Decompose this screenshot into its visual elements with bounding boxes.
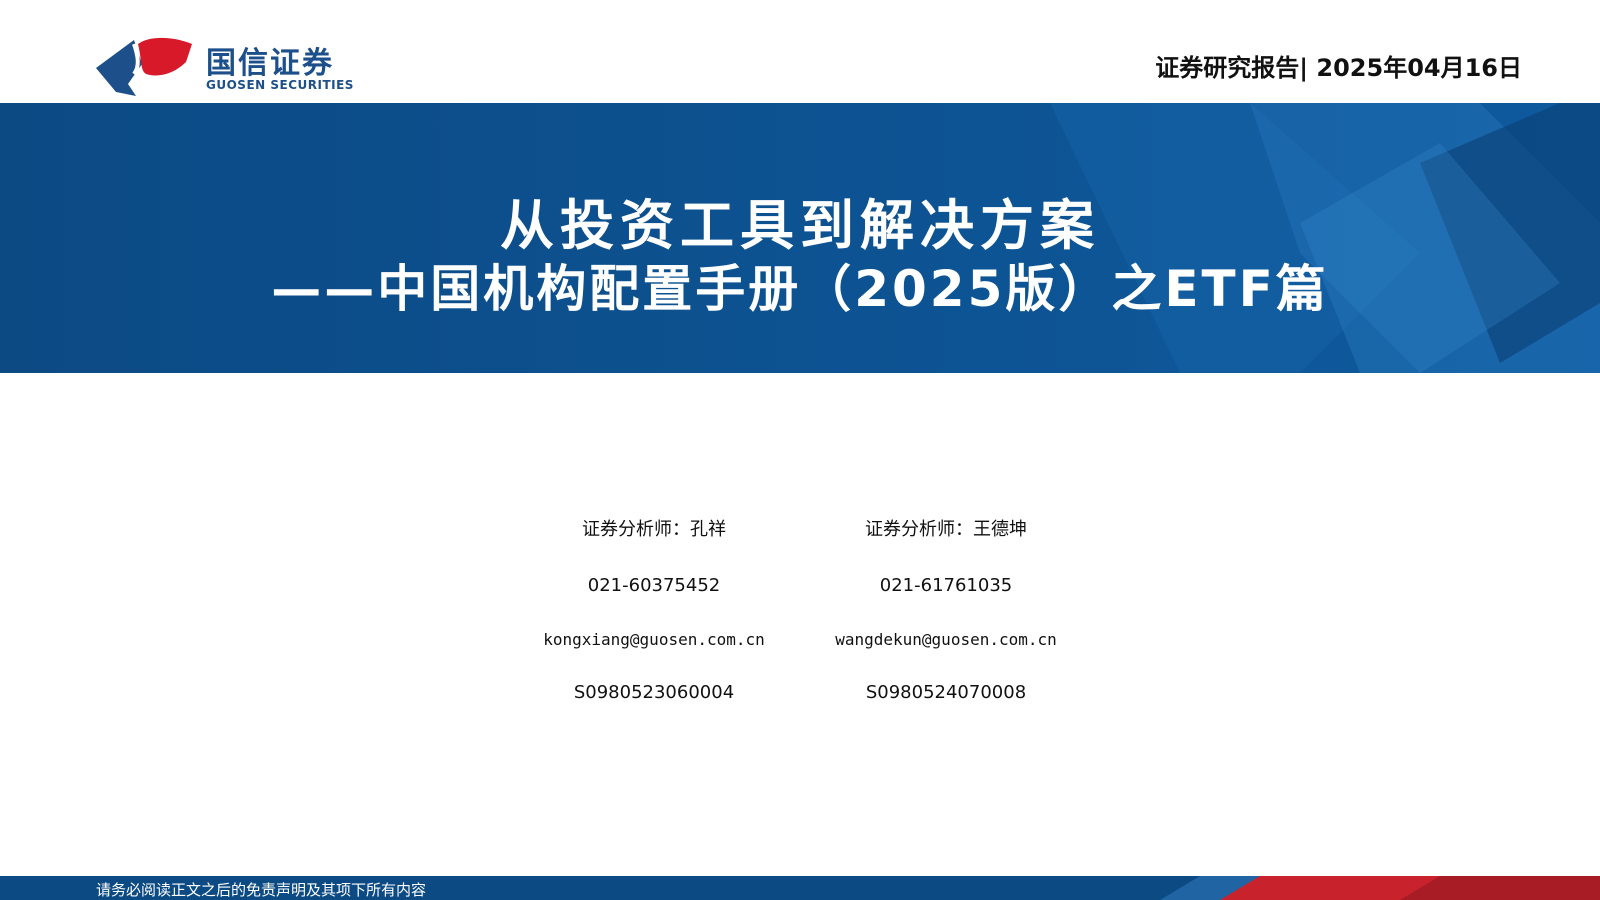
analyst-phone: 021-61761035 <box>879 575 1013 596</box>
analyst-name: 证券分析师：王德坤 <box>865 519 1027 540</box>
analyst-card: 证券分析师：王德坤 021-61761035 wangdekun@guosen.… <box>806 520 1086 703</box>
guosen-emblem-icon <box>96 37 192 96</box>
analyst-certificate: S0980524070008 <box>865 682 1027 703</box>
analyst-card: 证券分析师：孔祥 021-60375452 kongxiang@guosen.c… <box>514 520 794 703</box>
footer-bar: 请务必阅读正文之后的免责声明及其项下所有内容 <box>0 876 1600 900</box>
logo-chinese-name: 国信证券 <box>206 46 334 81</box>
footer-disclaimer: 请务必阅读正文之后的免责声明及其项下所有内容 <box>96 881 427 899</box>
report-type-date: 证券研究报告| 2025年04月16日 <box>1155 54 1522 82</box>
guosen-logo: 国信证券 GUOSEN SECURITIES <box>94 34 354 100</box>
report-title-line2: ——中国机构配置手册（2025版）之ETF篇 <box>271 260 1329 318</box>
title-banner: 从投资工具到解决方案 ——中国机构配置手册（2025版）之ETF篇 <box>0 103 1600 373</box>
analyst-email[interactable]: wangdekun@guosen.com.cn <box>806 630 1086 650</box>
analyst-phone: 021-60375452 <box>587 575 721 596</box>
analyst-name: 证券分析师：孔祥 <box>582 519 726 540</box>
analyst-certificate: S0980523060004 <box>573 682 735 703</box>
logo-english-name: GUOSEN SECURITIES <box>206 78 354 92</box>
analyst-email[interactable]: kongxiang@guosen.com.cn <box>514 630 794 650</box>
